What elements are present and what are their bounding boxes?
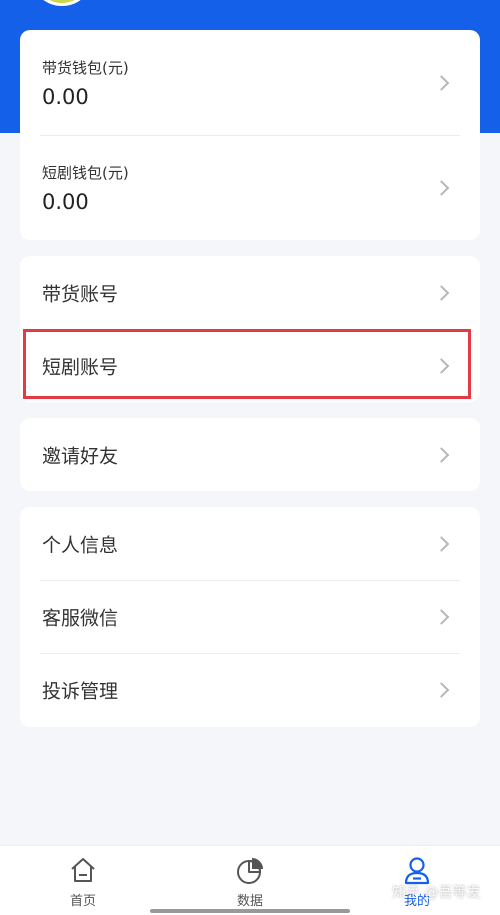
menu-item-complaints[interactable]: 投诉管理 bbox=[20, 653, 480, 726]
menu-item-label: 邀请好友 bbox=[42, 445, 119, 467]
chevron-right-icon bbox=[433, 608, 450, 625]
avatar[interactable] bbox=[30, 0, 94, 6]
wallet-label: 短剧钱包(元) bbox=[42, 164, 129, 182]
chevron-right-icon bbox=[433, 74, 450, 91]
menu-item-label: 个人信息 bbox=[42, 534, 119, 556]
wallet-balance: 0.00 bbox=[42, 85, 89, 109]
menu-item-invite-friends[interactable]: 邀请好友 bbox=[20, 418, 480, 491]
chevron-right-icon bbox=[433, 179, 450, 196]
menu-item-label: 客服微信 bbox=[42, 607, 119, 629]
watermark: 知乎 @吾等发 bbox=[392, 885, 481, 901]
wallet-row-goods[interactable]: 带货钱包(元) 0.00 bbox=[20, 30, 480, 135]
wallet-balance: 0.00 bbox=[42, 190, 89, 214]
wallet-row-drama[interactable]: 短剧钱包(元) 0.00 bbox=[20, 135, 480, 240]
menu-item-customer-service[interactable]: 客服微信 bbox=[20, 580, 480, 653]
menu-item-goods-account[interactable]: 带货账号 bbox=[20, 256, 480, 329]
chevron-right-icon bbox=[433, 357, 450, 374]
chevron-right-icon bbox=[433, 284, 450, 301]
menu-item-personal-info[interactable]: 个人信息 bbox=[20, 507, 480, 580]
pie-chart-icon bbox=[237, 858, 263, 884]
tab-home[interactable]: 首页 bbox=[0, 846, 166, 915]
tab-mine[interactable]: 我的 bbox=[334, 846, 500, 915]
chevron-right-icon bbox=[433, 446, 450, 463]
menu-item-label: 带货账号 bbox=[42, 283, 119, 305]
menu-item-label: 短剧账号 bbox=[42, 356, 119, 378]
accounts-card: 带货账号 短剧账号 bbox=[20, 256, 480, 402]
invite-card: 邀请好友 bbox=[20, 418, 480, 491]
wallet-card: 带货钱包(元) 0.00 短剧钱包(元) 0.00 bbox=[20, 30, 480, 240]
settings-card: 个人信息 客服微信 投诉管理 bbox=[20, 507, 480, 727]
tab-data[interactable]: 数据 bbox=[167, 846, 333, 915]
tab-label: 首页 bbox=[69, 894, 96, 909]
menu-item-drama-account[interactable]: 短剧账号 bbox=[20, 329, 480, 402]
menu-item-label: 投诉管理 bbox=[42, 680, 119, 702]
profile-page: 带货钱包(元) 0.00 短剧钱包(元) 0.00 带货账号 短剧账号 邀请好友… bbox=[0, 0, 500, 915]
bottom-tab-bar: 首页 数据 我的 bbox=[0, 845, 500, 915]
home-icon bbox=[71, 858, 95, 882]
tab-label: 数据 bbox=[236, 894, 263, 909]
chevron-right-icon bbox=[433, 681, 450, 698]
wallet-label: 带货钱包(元) bbox=[42, 59, 129, 77]
chevron-right-icon bbox=[433, 535, 450, 552]
home-indicator bbox=[150, 909, 350, 913]
